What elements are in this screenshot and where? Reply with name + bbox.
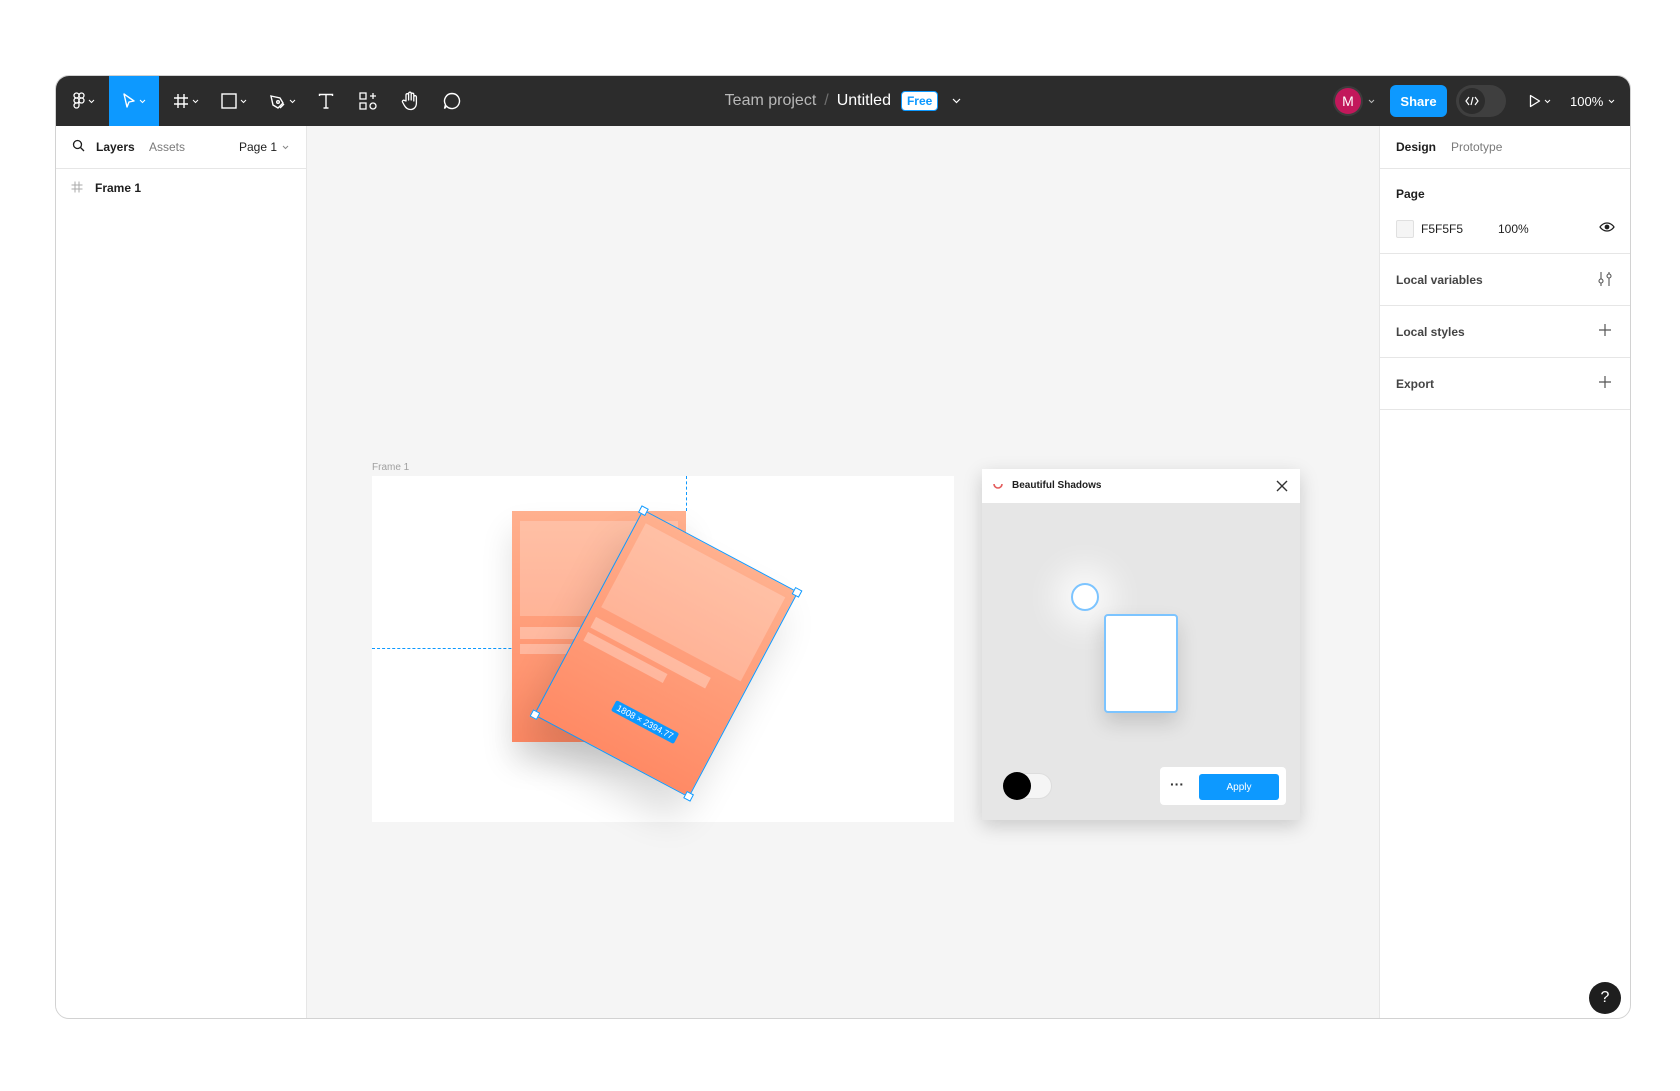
hand-icon — [401, 91, 418, 111]
light-source-handle[interactable] — [1071, 583, 1099, 611]
search-icon[interactable] — [72, 139, 85, 152]
text-icon — [318, 93, 334, 109]
code-icon — [1465, 96, 1479, 106]
layer-name: Frame 1 — [95, 181, 142, 195]
page-color-swatch[interactable] — [1396, 220, 1414, 238]
tab-prototype[interactable]: Prototype — [1451, 140, 1502, 154]
play-icon — [1529, 94, 1541, 108]
frame-1[interactable]: 1808 × 2394.77 — [372, 476, 954, 822]
local-variables-label: Local variables — [1396, 273, 1483, 287]
export-row[interactable]: Export — [1380, 358, 1630, 410]
frame-icon — [71, 181, 83, 193]
help-button[interactable]: ? — [1589, 982, 1621, 1014]
close-icon[interactable] — [1276, 480, 1288, 492]
components-icon — [359, 92, 377, 110]
chevron-down-icon — [1608, 99, 1615, 103]
zoom-level: 100% — [1570, 93, 1604, 109]
right-panel-tabs: Design Prototype — [1380, 126, 1630, 169]
share-button[interactable]: Share — [1390, 85, 1447, 117]
layers-panel: Layers Assets Page 1 Frame 1 — [56, 126, 307, 1018]
tab-design[interactable]: Design — [1396, 140, 1436, 154]
project-name[interactable]: Team project — [725, 92, 817, 110]
main-menu-button[interactable] — [66, 76, 102, 126]
present-button[interactable] — [1522, 76, 1558, 126]
plus-icon[interactable] — [1598, 323, 1612, 337]
shadow-color-toggle[interactable] — [1003, 772, 1052, 800]
resize-handle[interactable] — [791, 586, 803, 598]
dev-mode-knob — [1459, 88, 1485, 114]
page-section: Page F5F5F5 100% — [1380, 168, 1630, 254]
frame-label[interactable]: Frame 1 — [372, 462, 409, 473]
plugin-logo-icon — [993, 483, 1003, 489]
shadow-preview-card — [1104, 614, 1178, 713]
chevron-down-icon — [88, 99, 95, 103]
move-tool-button[interactable] — [109, 76, 159, 126]
pen-icon — [269, 94, 284, 109]
more-options-button[interactable]: ··· — [1170, 777, 1184, 791]
shadow-color-dot — [1003, 772, 1031, 800]
plan-badge: Free — [900, 91, 939, 111]
local-styles-row[interactable]: Local styles — [1380, 306, 1630, 358]
chevron-down-icon — [240, 99, 247, 103]
tab-layers[interactable]: Layers — [96, 140, 135, 154]
file-menu-chevron-icon[interactable] — [952, 98, 961, 104]
shape-tool-button[interactable] — [214, 76, 254, 126]
plus-icon[interactable] — [1598, 375, 1612, 389]
chevron-down-icon — [1544, 99, 1551, 103]
frame-icon — [174, 94, 188, 108]
figma-window: Team project / Untitled Free M Share 100… — [55, 75, 1631, 1019]
toolbar: Team project / Untitled Free M Share 100… — [56, 76, 1630, 126]
chevron-down-icon — [282, 145, 289, 149]
rectangle-icon — [221, 93, 237, 109]
export-label: Export — [1396, 377, 1435, 391]
local-styles-label: Local styles — [1396, 325, 1465, 339]
plugin-title: Beautiful Shadows — [1012, 480, 1102, 491]
alignment-guide-vertical — [686, 476, 687, 511]
chevron-down-icon — [139, 99, 146, 103]
chevron-down-icon — [192, 99, 199, 103]
resources-tool-button[interactable] — [352, 76, 384, 126]
file-name[interactable]: Untitled — [837, 92, 891, 110]
page-color-hex[interactable]: F5F5F5 — [1421, 222, 1463, 236]
page-select-label: Page 1 — [239, 140, 278, 154]
layer-item-frame-1[interactable]: Frame 1 — [56, 168, 306, 208]
plugin-header[interactable]: Beautiful Shadows — [982, 469, 1300, 503]
figma-logo-icon — [73, 92, 85, 109]
frame-tool-button[interactable] — [166, 76, 206, 126]
chevron-down-icon[interactable] — [1368, 99, 1375, 104]
page-select[interactable]: Page 1 — [239, 140, 289, 154]
dev-mode-toggle[interactable] — [1456, 85, 1506, 117]
tab-assets[interactable]: Assets — [149, 140, 185, 154]
apply-button[interactable]: Apply — [1199, 774, 1279, 800]
pen-tool-button[interactable] — [262, 76, 302, 126]
plugin-actions: ··· Apply — [1160, 767, 1286, 805]
local-variables-row[interactable]: Local variables — [1380, 254, 1630, 306]
chevron-down-icon — [289, 99, 295, 103]
breadcrumb-separator: / — [824, 92, 829, 109]
zoom-menu[interactable]: 100% — [1570, 76, 1615, 126]
comment-icon — [443, 92, 461, 110]
text-tool-button[interactable] — [310, 76, 342, 126]
resize-handle[interactable] — [683, 790, 695, 802]
design-panel: Design Prototype Page F5F5F5 100% Local … — [1379, 126, 1630, 1018]
hand-tool-button[interactable] — [394, 76, 426, 126]
left-panel-tabs: Layers Assets Page 1 — [56, 126, 306, 169]
variables-icon[interactable] — [1598, 271, 1612, 287]
cursor-icon — [123, 93, 135, 108]
comment-tool-button[interactable] — [436, 76, 468, 126]
page-color-opacity[interactable]: 100% — [1498, 222, 1529, 236]
avatar[interactable]: M — [1335, 88, 1361, 114]
plugin-window: Beautiful Shadows ··· Apply — [982, 469, 1300, 820]
eye-icon[interactable] — [1599, 222, 1615, 232]
page-heading: Page — [1396, 187, 1425, 201]
